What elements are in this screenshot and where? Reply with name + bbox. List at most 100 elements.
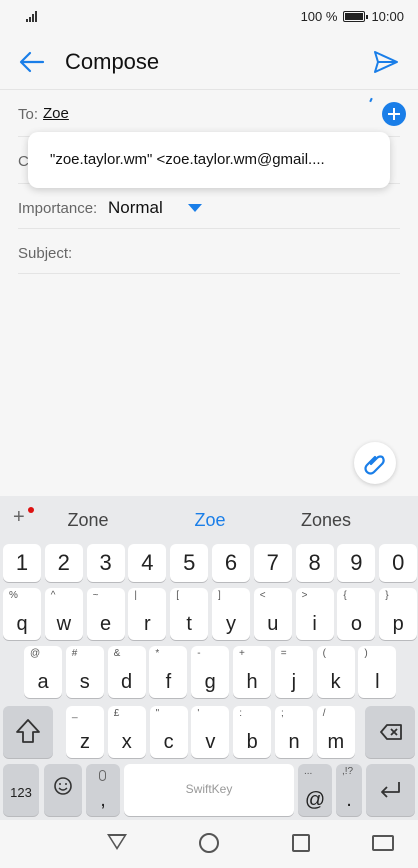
symbols-key[interactable]: 123 — [3, 764, 39, 816]
key-w-label: w — [56, 613, 72, 635]
key-s[interactable]: # s — [65, 646, 104, 698]
key-b-label: b — [246, 731, 258, 753]
importance-row[interactable]: Importance: Normal — [18, 184, 400, 229]
key-a[interactable]: @ a — [24, 646, 62, 698]
key-u[interactable]: < u — [253, 588, 292, 640]
backspace-key[interactable] — [365, 706, 415, 758]
nav-home-icon[interactable] — [199, 833, 219, 853]
key-j-label: j — [291, 671, 297, 693]
system-nav-bar — [0, 820, 418, 868]
key-z-label: z — [80, 731, 90, 753]
comma-key[interactable]: , — [86, 764, 120, 816]
key-b-alt-label: : — [239, 708, 242, 719]
add-recipient-button[interactable] — [382, 102, 406, 126]
key-f[interactable]: * f — [149, 646, 188, 698]
key-d[interactable]: & d — [107, 646, 146, 698]
key-e-label: e — [100, 613, 112, 635]
key-l-label: l — [375, 671, 380, 693]
enter-key[interactable] — [366, 764, 415, 816]
key-c[interactable]: " c — [149, 706, 188, 758]
key-b[interactable]: :b — [233, 706, 272, 758]
key-x[interactable]: £ x — [107, 706, 146, 758]
key-9[interactable]: 9 — [337, 544, 376, 582]
key-g[interactable]: -g — [191, 646, 230, 698]
key-r[interactable]: | r — [128, 588, 167, 640]
key-h[interactable]: + h — [233, 646, 271, 698]
suggestion-word-2[interactable]: Zoe — [160, 510, 260, 531]
importance-select[interactable]: Normal — [108, 198, 163, 218]
attach-button[interactable] — [354, 442, 396, 484]
key-e[interactable]: ~ e — [86, 588, 125, 640]
subject-row[interactable]: Subject: — [18, 229, 400, 274]
period-key[interactable]: ,!?. — [336, 764, 362, 816]
subject-label: Subject: — [18, 245, 73, 262]
shift-key[interactable] — [3, 706, 53, 758]
key-8-label: 8 — [308, 550, 321, 575]
to-input[interactable]: Zoe — [43, 105, 69, 122]
key-7-label: 7 — [266, 550, 279, 575]
key-g-label: g — [204, 671, 216, 693]
keyboard-switch-icon[interactable] — [372, 835, 394, 851]
key-f-label: f — [165, 671, 172, 693]
key-1[interactable]: 1 — [3, 544, 41, 582]
key-s-alt-label: # — [71, 648, 78, 659]
key-x-alt-label: £ — [113, 708, 120, 719]
key-p[interactable]: } p — [379, 588, 418, 640]
symbols-key-label: 123 — [10, 785, 32, 800]
key-3[interactable]: 3 — [86, 544, 125, 582]
key-2[interactable]: 2 — [44, 544, 83, 582]
key-u-alt-label: < — [259, 590, 266, 601]
key-r-label: r — [144, 613, 151, 635]
key-j-alt-label: = — [280, 648, 287, 659]
key-k-label: k — [330, 671, 341, 693]
key-o[interactable]: {o — [337, 588, 376, 640]
key-c-alt-label: " — [155, 708, 160, 719]
clock: 10:00 — [371, 9, 404, 24]
key-k[interactable]: (k — [316, 646, 355, 698]
nav-recents-icon[interactable] — [292, 834, 310, 852]
key-2-label: 2 — [57, 550, 70, 575]
back-arrow-icon[interactable] — [18, 48, 46, 76]
dropdown-arrow-icon[interactable] — [188, 204, 202, 212]
key-k-alt-label: ( — [322, 648, 326, 659]
toolbar-plus-icon[interactable]: + — [13, 506, 25, 529]
at-key[interactable]: ... @ — [298, 764, 332, 816]
suggestion-word-1[interactable]: Zone — [38, 510, 138, 531]
key-n[interactable]: ; n — [275, 706, 313, 758]
key-t[interactable]: [t — [170, 588, 209, 640]
to-field-row[interactable]: To: Zoe — [18, 90, 406, 137]
key-h-label: h — [246, 671, 258, 693]
recipient-suggestion[interactable]: "zoe.taylor.wm" <zoe.taylor.wm@gmail.... — [28, 132, 390, 188]
key-v[interactable]: ' v — [191, 706, 230, 758]
key-6[interactable]: 6 — [212, 544, 250, 582]
key-w[interactable]: ^ w — [44, 588, 83, 640]
key-m[interactable]: / m — [316, 706, 355, 758]
key-l[interactable]: ) l — [358, 646, 397, 698]
key-7[interactable]: 7 — [253, 544, 292, 582]
key-z-alt-label: _ — [72, 708, 78, 719]
key-o-label: o — [350, 613, 362, 635]
key-z[interactable]: _ z — [66, 706, 104, 758]
key-5[interactable]: 5 — [170, 544, 209, 582]
key-4[interactable]: 4 — [128, 544, 167, 582]
key-0[interactable]: 0 — [379, 544, 418, 582]
to-label: To: — [18, 106, 39, 123]
emoji-key[interactable] — [44, 764, 82, 816]
key-q[interactable]: % q — [3, 588, 41, 640]
key-8[interactable]: 8 — [295, 544, 334, 582]
nav-back-icon[interactable] — [107, 834, 127, 850]
key-i[interactable]: > i — [295, 588, 334, 640]
keyboard: + Zone Zoe Zones 1 2 3 4 5 6 7 8 9 0% q ^ w ~ e | r[t] y <… — [0, 496, 418, 820]
key-y[interactable]: ] y — [212, 588, 250, 640]
space-bar[interactable]: SwiftKey — [124, 764, 294, 816]
microphone-icon — [99, 770, 106, 781]
send-icon[interactable] — [372, 48, 400, 76]
enter-icon — [381, 782, 400, 798]
shift-icon — [16, 719, 40, 743]
key-p-label: p — [392, 613, 404, 635]
suggestion-word-3[interactable]: Zones — [276, 510, 376, 531]
key-j[interactable]: = j — [274, 646, 313, 698]
key-m-alt-label: / — [322, 708, 326, 719]
comma-key-label: , — [100, 789, 106, 811]
key-l-alt-label: ) — [364, 648, 368, 659]
